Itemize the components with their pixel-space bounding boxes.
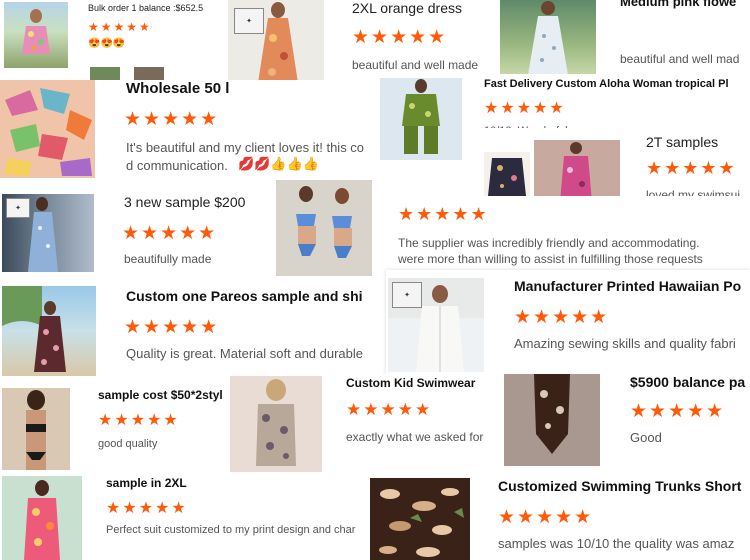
rating-stars: ★★★★★ (646, 158, 737, 178)
product-photo-black-bikini[interactable] (2, 388, 70, 470)
brand-logo-icon: ✦ (234, 8, 264, 34)
review-text: Good (630, 430, 662, 445)
review-text: good quality (98, 438, 158, 450)
rating-stars: ★★★★★ (630, 401, 726, 422)
review-text-line-2: were more than willing to assist in fulf… (398, 252, 703, 266)
rating-stars: ★★★★★ (484, 100, 566, 117)
rating-stars: ★★★★★ (352, 27, 448, 48)
review-title: sample in 2XL (106, 476, 187, 490)
review-card-sample-cost: sample cost $50*2styl ★★★★★ good quality (0, 382, 228, 472)
thumbnail-1[interactable] (90, 67, 120, 80)
rating-stars: ★★★★★ (124, 317, 220, 338)
rating-stars: ★★★★★ (514, 307, 610, 328)
review-title: Wholesale 50 l (126, 80, 230, 97)
rating-stars: ★★★★★ (88, 20, 152, 34)
product-photo-green-shirt[interactable] (380, 78, 462, 160)
review-emoji: 😍😍😍 (88, 38, 126, 49)
product-photo-kids-top[interactable] (484, 152, 530, 202)
review-title: 2T samples (646, 134, 719, 150)
rating-stars: ★★★★★ (122, 223, 218, 244)
product-photo-pink-floral[interactable] (2, 476, 82, 560)
review-title: 2XL orange dress (352, 0, 462, 16)
product-photo-kid-rashguard[interactable] (230, 376, 322, 472)
review-title: Custom Kid Swimwear (346, 376, 476, 390)
product-photo-blue-bikini[interactable] (276, 180, 372, 276)
product-photo-white-shirt[interactable]: ✦ (388, 278, 484, 372)
review-text: beautifully made (124, 252, 212, 266)
review-card-sample-2xl: sample in 2XL ★★★★★ Perfect suit customi… (0, 472, 372, 560)
review-title: Fast Delivery Custom Aloha Woman tropica… (484, 78, 729, 90)
review-title: Bulk order 1 balance :$652.5 (88, 3, 204, 13)
rating-stars: ★★★★★ (498, 507, 594, 528)
product-photo-blue-dress[interactable]: ✦ (2, 194, 94, 272)
review-text-line-1: The supplier was incredibly friendly and… (398, 236, 700, 250)
brand-logo-glyph: ✦ (246, 18, 252, 25)
review-text: beautiful and well mad (620, 52, 740, 66)
review-card-swim-trunks: Customized Swimming Trunks Short ★★★★★ s… (368, 474, 750, 560)
review-text: Amazing sewing skills and quality fabri (514, 336, 736, 351)
review-card-bulk-order: Bulk order 1 balance :$652.5 ★★★★★ 😍😍😍 (0, 0, 225, 80)
review-title: Manufacturer Printed Hawaiian Po (514, 278, 742, 294)
review-title: 3 new sample $200 (124, 194, 246, 210)
review-text: Perfect suit customized to my print desi… (106, 524, 356, 536)
product-photo-floral-romper[interactable] (4, 2, 68, 68)
review-card-kid-swimwear: Custom Kid Swimwear ★★★★★ exactly what w… (228, 374, 500, 474)
rating-stars: ★★★★★ (98, 412, 180, 429)
review-title: Customized Swimming Trunks Short (498, 478, 742, 494)
rating-stars: ★★★★★ (106, 500, 188, 517)
review-title: sample cost $50*2styl (98, 388, 223, 402)
review-text-line-2: d communication. (126, 158, 228, 173)
review-card-hawaiian: ✦ Manufacturer Printed Hawaiian Po ★★★★★… (386, 270, 750, 374)
review-title: Custom one Pareos sample and shi (126, 288, 363, 304)
review-text: Quality is great. Material soft and dura… (126, 346, 364, 361)
brand-logo-icon: ✦ (392, 282, 422, 308)
review-card-balance: $5900 balance pa ★★★★★ Good (500, 368, 750, 468)
brand-logo-glyph: ✦ (15, 205, 21, 212)
review-title: $5900 balance pa (630, 374, 746, 390)
review-emoji: 💋💋👍👍👍 (238, 156, 319, 171)
product-photo-bikini-pile[interactable] (0, 80, 95, 178)
thumbnail-2[interactable] (134, 67, 164, 80)
rating-stars: ★★★★★ (124, 109, 220, 130)
review-card-pink-flower: Medium pink flowe beautiful and well mad (498, 0, 750, 75)
review-card-wholesale: Wholesale 50 l ★★★★★ It's beautiful and … (0, 80, 380, 180)
product-photo-floral-dress-beach[interactable] (2, 286, 96, 376)
review-text-line-1: It's beautiful and my client loves it! t… (126, 140, 365, 155)
review-text: samples was 10/10 the quality was amaz (498, 536, 735, 551)
review-text: exactly what we asked for (346, 430, 484, 444)
review-card-pareos: Custom one Pareos sample and shi ★★★★★ Q… (0, 282, 380, 378)
review-card-3-new-sample: ✦ 3 new sample $200 ★★★★★ beautifully ma… (0, 180, 374, 276)
rating-stars: ★★★★★ (346, 400, 433, 419)
rating-stars: ★★★★★ (398, 204, 489, 224)
review-title: Medium pink flowe (620, 0, 737, 9)
brand-logo-icon: ✦ (6, 198, 30, 218)
product-photo-trunks-fabric[interactable] (370, 478, 470, 560)
review-card-supplier: ★★★★★ The supplier was incredibly friend… (376, 196, 750, 268)
product-photo-white-dress[interactable] (500, 0, 596, 75)
product-photo-one-piece[interactable] (504, 374, 600, 466)
review-text: beautiful and well made (352, 58, 479, 72)
brand-logo-glyph: ✦ (404, 292, 410, 299)
